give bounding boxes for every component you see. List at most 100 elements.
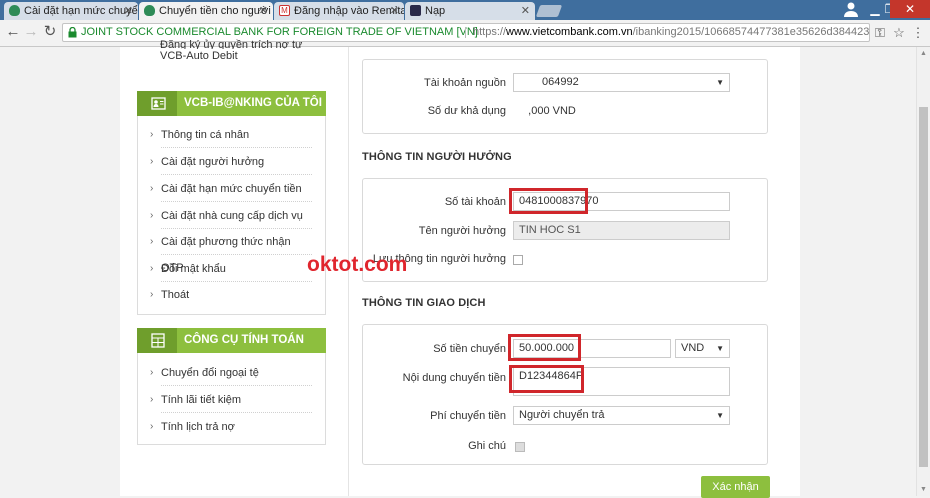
tab-title: Cài đặt hạn mức chuyển bbox=[24, 5, 138, 17]
sidebar-item-logout[interactable]: › Thoát bbox=[150, 282, 312, 308]
scroll-up-icon[interactable]: ▲ bbox=[920, 50, 927, 57]
sidebar-menu-my-ibanking: › Thông tin cá nhân › Cài đặt người hưởng … bbox=[137, 116, 326, 315]
highlight-box bbox=[508, 334, 581, 361]
menu-icon[interactable]: ⋮ bbox=[910, 25, 926, 41]
chevron-right-icon: › bbox=[150, 289, 154, 300]
browser-tab-bar: Cài đặt hạn mức chuyển ✕ Chuyển tiền cho… bbox=[0, 0, 930, 20]
divider bbox=[161, 201, 312, 202]
sidebar-item-service-provider[interactable]: › Cài đặt nhà cung cấp dịch vụ bbox=[150, 203, 312, 229]
url-path: /ibanking2015/10668574477381e35626d38442… bbox=[632, 26, 870, 38]
tab-han-muc[interactable]: Cài đặt hạn mức chuyển ✕ bbox=[4, 2, 138, 20]
vietcombank-favicon-icon bbox=[144, 5, 155, 16]
sidebar-item-beneficiary-settings[interactable]: › Cài đặt người hưởng bbox=[150, 149, 312, 175]
scroll-down-icon[interactable]: ▼ bbox=[920, 486, 927, 493]
sidebar-item-label: Tính lãi tiết kiệm bbox=[161, 394, 242, 406]
address-separator bbox=[465, 27, 466, 38]
source-account-panel bbox=[362, 59, 768, 134]
chevron-right-icon: › bbox=[150, 367, 154, 378]
beneficiary-name-value: TIN HOC S1 bbox=[519, 224, 581, 236]
save-beneficiary-checkbox[interactable] bbox=[513, 255, 523, 265]
auto-debit-line-1: Đăng ký ủy quyền trích nợ tự động bbox=[160, 39, 303, 49]
sidebar-section-title: CÔNG CỤ TÍNH TOÁN bbox=[184, 334, 304, 346]
note-label: Ghi chú bbox=[468, 440, 506, 452]
divider bbox=[161, 147, 312, 148]
fee-value: Người chuyển trả bbox=[519, 409, 605, 421]
sidebar-auto-debit-text[interactable]: Đăng ký ủy quyền trích nợ tự động VCB-Au… bbox=[160, 39, 320, 63]
content-label: Nội dung chuyển tiền bbox=[402, 372, 506, 384]
sidebar-menu-calculation-tools: › Chuyển đổi ngoại tệ › Tính lãi tiết kiệm… bbox=[137, 353, 326, 445]
currency-select[interactable]: VND ▼ bbox=[675, 339, 730, 358]
close-tab-icon[interactable]: ✕ bbox=[124, 2, 133, 20]
sidebar-item-change-password[interactable]: › Đổi mật khẩu bbox=[150, 256, 312, 282]
fee-label: Phí chuyển tiền bbox=[430, 410, 506, 422]
chevron-right-icon: › bbox=[150, 421, 154, 432]
currency-value: VND bbox=[681, 342, 705, 354]
chevron-right-icon: › bbox=[150, 210, 154, 221]
amount-label: Số tiền chuyển bbox=[433, 343, 506, 355]
url-domain: www.vietcombank.com.vn bbox=[506, 26, 633, 38]
chevron-down-icon: ▼ bbox=[716, 344, 724, 353]
sidebar-section-title: VCB-IB@NKING CỦA TÔI bbox=[184, 97, 322, 109]
transaction-section-title: THÔNG TIN GIAO DỊCH bbox=[362, 297, 486, 309]
sidebar-item-savings-interest[interactable]: › Tính lãi tiết kiệm bbox=[150, 387, 312, 413]
sidebar-item-label: Chuyển đổi ngoại tệ bbox=[161, 367, 259, 379]
sidebar-item-repayment-schedule[interactable]: › Tính lịch trả nợ bbox=[150, 414, 312, 440]
key-icon[interactable]: ⚿ bbox=[872, 25, 888, 41]
new-tab-button[interactable] bbox=[535, 5, 563, 17]
sidebar-section-my-ibanking: VCB-IB@NKING CỦA TÔI bbox=[137, 91, 326, 116]
note-checkbox[interactable] bbox=[515, 442, 525, 452]
source-account-select[interactable]: 064992 ▼ bbox=[513, 73, 730, 92]
sidebar-item-currency-converter[interactable]: › Chuyển đổi ngoại tệ bbox=[150, 360, 312, 386]
sidebar-item-label: Cài đặt nhà cung cấp dịch vụ bbox=[161, 210, 303, 222]
bookmark-star-icon[interactable]: ☆ bbox=[891, 25, 907, 41]
divider bbox=[161, 412, 312, 413]
sidebar-section-calculation-tools: CÔNG CỤ TÍNH TOÁN bbox=[137, 328, 326, 353]
reload-icon[interactable]: ↻ bbox=[41, 23, 59, 41]
beneficiary-account-label: Số tài khoản bbox=[444, 196, 506, 208]
sidebar-item-label: Thoát bbox=[161, 289, 190, 301]
lock-icon bbox=[68, 27, 77, 38]
divider bbox=[161, 254, 312, 255]
highlight-box bbox=[509, 365, 584, 393]
page-scrollbar[interactable]: ▲ ▼ bbox=[916, 47, 930, 496]
tab-title: Nạp bbox=[425, 5, 446, 17]
id-card-icon bbox=[137, 91, 177, 116]
divider bbox=[161, 174, 312, 175]
close-tab-icon[interactable]: ✕ bbox=[390, 2, 399, 20]
chevron-down-icon: ▼ bbox=[716, 411, 724, 420]
site-favicon-icon bbox=[410, 5, 421, 16]
confirm-button[interactable]: Xác nhận bbox=[701, 476, 770, 498]
sidebar-item-otp-method[interactable]: › Cài đặt phương thức nhận OTP bbox=[150, 229, 312, 274]
calculator-icon bbox=[137, 328, 177, 353]
chevron-right-icon: › bbox=[150, 263, 154, 274]
tab-title: Chuyển tiền cho người h bbox=[159, 5, 273, 17]
chevron-right-icon: › bbox=[150, 129, 154, 140]
scrollbar-thumb[interactable] bbox=[919, 107, 928, 467]
sidebar-item-label: Cài đặt người hưởng bbox=[161, 156, 265, 168]
forward-arrow-icon[interactable]: → bbox=[22, 23, 40, 41]
beneficiary-name-field: TIN HOC S1 bbox=[513, 221, 730, 240]
beneficiary-name-label: Tên người hưởng bbox=[418, 225, 506, 237]
tab-remitano[interactable]: M Đăng nhập vào Remitan ✕ bbox=[274, 2, 404, 20]
sidebar-item-personal-info[interactable]: › Thông tin cá nhân bbox=[150, 122, 312, 148]
vietcombank-favicon-icon bbox=[9, 5, 20, 16]
source-account-value: 064992 bbox=[542, 76, 579, 88]
back-arrow-icon[interactable]: ← bbox=[4, 23, 22, 41]
tab-chuyen-tien[interactable]: Chuyển tiền cho người h ✕ bbox=[139, 2, 273, 20]
fee-select[interactable]: Người chuyển trả ▼ bbox=[513, 406, 730, 425]
close-window-icon[interactable]: ✕ bbox=[890, 0, 930, 18]
url-text[interactable]: https://www.vietcombank.com.vn/ibanking2… bbox=[473, 24, 870, 41]
sidebar-item-label: Cài đặt hạn mức chuyển tiền bbox=[161, 183, 302, 195]
sidebar-item-transfer-limit[interactable]: › Cài đặt hạn mức chuyển tiền bbox=[150, 176, 312, 202]
close-tab-icon[interactable]: ✕ bbox=[521, 2, 530, 20]
gmail-icon: M bbox=[279, 5, 290, 16]
watermark-text: oktot.com bbox=[307, 253, 408, 276]
close-tab-icon[interactable]: ✕ bbox=[259, 2, 268, 20]
divider bbox=[161, 385, 312, 386]
tab-title: Đăng nhập vào Remitan bbox=[294, 5, 404, 17]
tab-nap[interactable]: Nạp ✕ bbox=[405, 2, 535, 20]
chevron-right-icon: › bbox=[150, 156, 154, 167]
sidebar-item-label: Tính lịch trả nợ bbox=[161, 421, 235, 433]
user-profile-icon[interactable] bbox=[843, 1, 859, 17]
url-scheme: https:// bbox=[473, 26, 507, 38]
